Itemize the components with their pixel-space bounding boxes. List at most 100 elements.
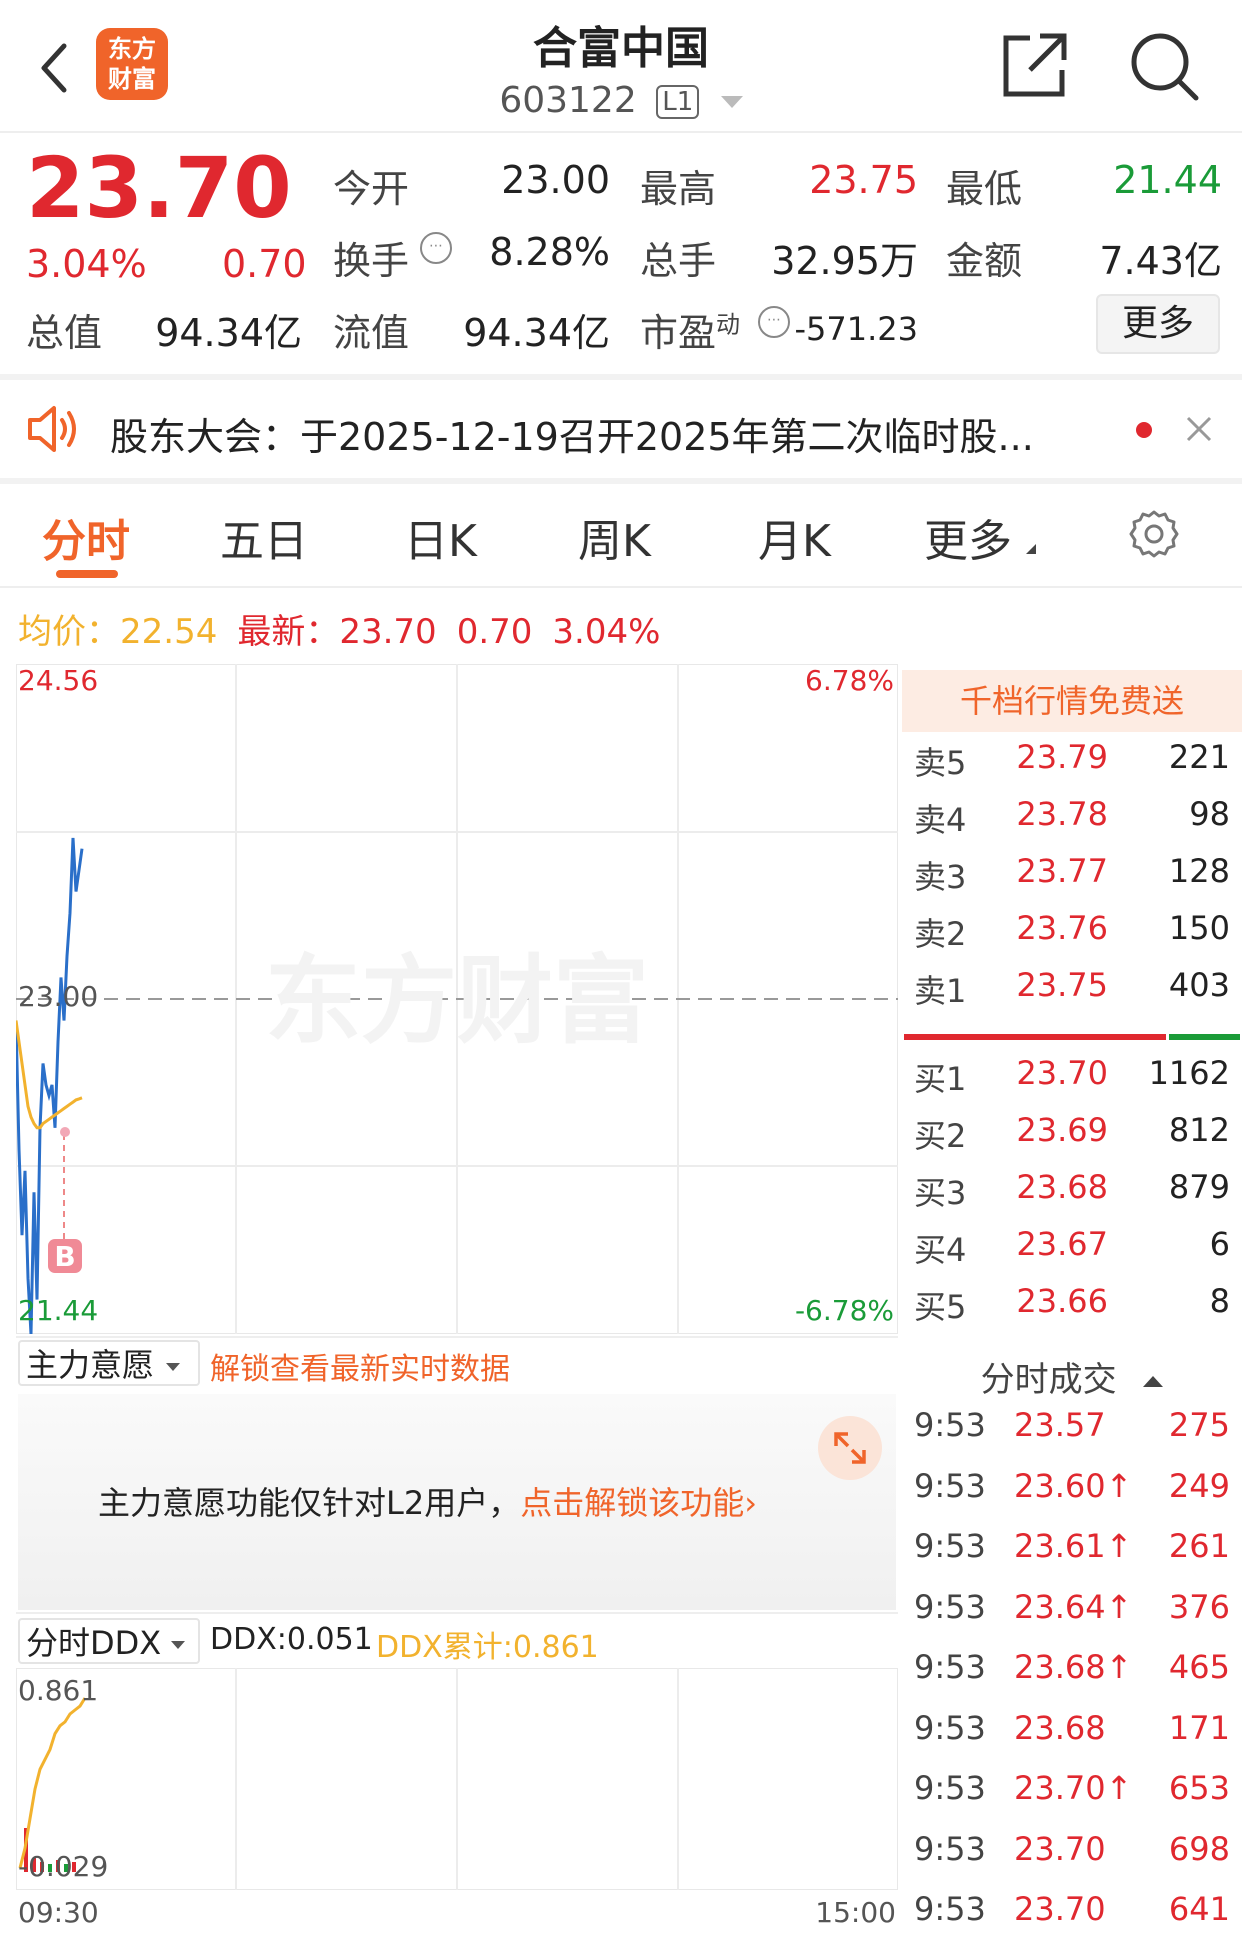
chart-top-pct: 6.78% [805, 664, 894, 697]
bid-label: 买3 [914, 1174, 967, 1212]
ask-row[interactable]: 卖5 23.79 221 [902, 738, 1242, 794]
turnover-info-icon[interactable]: ⋯ [420, 232, 452, 264]
ask-volume: 150 [1168, 909, 1230, 947]
ask-row[interactable]: 卖3 23.77 128 [902, 852, 1242, 908]
bid-price: 23.66 [1016, 1282, 1108, 1320]
current-price: 23.70 [26, 139, 292, 237]
trade-price: 23.64↑ [1014, 1587, 1133, 1626]
tab-monthly-k[interactable]: 月K [758, 505, 831, 569]
turnover-label: 换手 [333, 239, 410, 283]
chart-mid-price: 23.00 [18, 980, 99, 1013]
ask-price: 23.79 [1016, 738, 1108, 776]
time-end: 15:00 [815, 1896, 896, 1929]
search-icon [1131, 33, 1199, 101]
ask-label: 卖3 [914, 858, 967, 896]
ask-price: 23.77 [1016, 852, 1108, 890]
latest-change: 0.70 [456, 612, 533, 652]
buy-ratio-fill [904, 1034, 1167, 1040]
trade-time: 9:53 [914, 1587, 986, 1626]
trade-time: 9:53 [914, 1527, 986, 1565]
level2-banner[interactable]: 千档行情免费送 [902, 670, 1242, 732]
ask-label: 卖2 [914, 915, 967, 953]
unlock-realtime-link[interactable]: 解锁查看最新实时数据 [210, 1344, 510, 1388]
speaker-icon [28, 406, 76, 452]
trade-volume: 465 [1168, 1648, 1230, 1686]
collapse-arrow-icon [1143, 1376, 1164, 1387]
open-label: 今开 [333, 167, 410, 211]
close-icon[interactable] [1184, 414, 1214, 444]
trade-time: 9:53 [914, 1769, 986, 1807]
expand-button[interactable] [818, 1416, 882, 1480]
ask-volume: 221 [1168, 738, 1230, 776]
trade-price: 23.68 [1014, 1708, 1106, 1747]
bid-row[interactable]: 买3 23.68 879 [902, 1168, 1242, 1224]
trade-row: 9:53 23.61↑ 261 [902, 1527, 1242, 1587]
trade-price: 23.68↑ [1014, 1648, 1133, 1686]
share-button[interactable] [1000, 30, 1070, 100]
unlock-feature-link[interactable]: 点击解锁该功能 [520, 1484, 744, 1522]
ddx-chart[interactable] [16, 1668, 898, 1890]
ddx-selector[interactable]: 分时DDX [18, 1618, 200, 1664]
active-tab-indicator [56, 570, 118, 578]
bid-price: 23.70 [1016, 1054, 1108, 1092]
trade-time: 9:53 [914, 1708, 986, 1747]
trade-row: 9:53 23.70↑ 653 [902, 1769, 1242, 1829]
bid-volume: 879 [1168, 1168, 1230, 1206]
tab-weekly-k[interactable]: 周K [578, 505, 651, 569]
ask-list: 卖5 23.79 221 卖4 23.78 98 卖3 23.77 128 卖2 23.76 150 卖… [902, 738, 1242, 1028]
amount-label: 金额 [946, 239, 1023, 283]
search-button[interactable] [1128, 30, 1200, 102]
bid-row[interactable]: 买5 23.66 8 [902, 1282, 1242, 1338]
intraday-chart[interactable]: 东方财富 B [16, 664, 898, 1334]
notice-bar[interactable]: 股东大会：于2025-12-19召开2025年第二次临时股... [0, 380, 1242, 480]
chart-top-price: 24.56 [18, 664, 99, 697]
latest-value: 23.70 [339, 612, 437, 652]
trade-time: 9:53 [914, 1829, 986, 1868]
trade-time: 9:53 [914, 1466, 986, 1505]
tab-intraday[interactable]: 分时 [42, 505, 130, 569]
avg-label: 均价： [18, 612, 120, 652]
trade-volume: 376 [1168, 1587, 1230, 1626]
bid-row[interactable]: 买2 23.69 812 [902, 1111, 1242, 1167]
bid-row[interactable]: 买4 23.67 6 [902, 1225, 1242, 1281]
sell-ratio-fill [1169, 1034, 1240, 1040]
chart-header: 均价：22.54 最新：23.70 0.70 3.04% [18, 604, 660, 653]
share-icon [1003, 33, 1067, 97]
dropdown-arrow-icon [166, 1363, 181, 1371]
tab-more-corner-icon [1026, 544, 1036, 554]
float-cap-value: 94.34亿 [463, 311, 610, 355]
more-button[interactable]: 更多 [1096, 294, 1220, 354]
ask-label: 卖1 [914, 972, 967, 1010]
notice-text: 股东大会：于2025-12-19召开2025年第二次临时股... [110, 415, 1034, 459]
trade-volume: 698 [1168, 1829, 1230, 1868]
ask-volume: 403 [1168, 966, 1230, 1004]
chart-bottom-price: 21.44 [18, 1294, 99, 1327]
main-force-selector[interactable]: 主力意愿 [18, 1340, 200, 1386]
ask-row[interactable]: 卖4 23.78 98 [902, 795, 1242, 851]
tab-five-day[interactable]: 五日 [220, 505, 308, 569]
trade-row: 9:53 23.68↑ 465 [902, 1648, 1242, 1708]
ask-row[interactable]: 卖1 23.75 403 [902, 966, 1242, 1022]
bid-row[interactable]: 买1 23.70 1162 [902, 1054, 1242, 1110]
latest-label: 最新： [237, 612, 340, 652]
settings-gear-icon[interactable] [1128, 508, 1180, 560]
tab-more[interactable]: 更多 [924, 505, 1012, 569]
bid-ask-ratio-bar [904, 1034, 1240, 1040]
ddx-bottom-value: -0.029 [18, 1850, 109, 1883]
tab-daily-k[interactable]: 日K [404, 505, 477, 569]
trades-header[interactable]: 分时成交 [902, 1352, 1242, 1401]
chart-watermark: 东方财富 [265, 945, 649, 1057]
pe-value: -571.23 [794, 310, 918, 348]
trade-row: 9:53 23.64↑ 376 [902, 1588, 1242, 1648]
trade-volume: 653 [1168, 1769, 1230, 1807]
trade-price: 23.57 [1014, 1406, 1106, 1444]
main-force-info: 主力意愿功能仅针对L2用户，点击解锁该功能› [98, 1484, 758, 1522]
trade-price: 23.60↑ [1014, 1466, 1133, 1505]
ask-row[interactable]: 卖2 23.76 150 [902, 909, 1242, 965]
ddx-value: DDX:0.051 [210, 1622, 373, 1657]
unread-dot [1136, 422, 1152, 438]
latest-pct: 3.04% [552, 612, 661, 652]
bid-price: 23.67 [1016, 1225, 1108, 1263]
time-start: 09:30 [18, 1896, 99, 1929]
bid-label: 买5 [914, 1288, 967, 1326]
